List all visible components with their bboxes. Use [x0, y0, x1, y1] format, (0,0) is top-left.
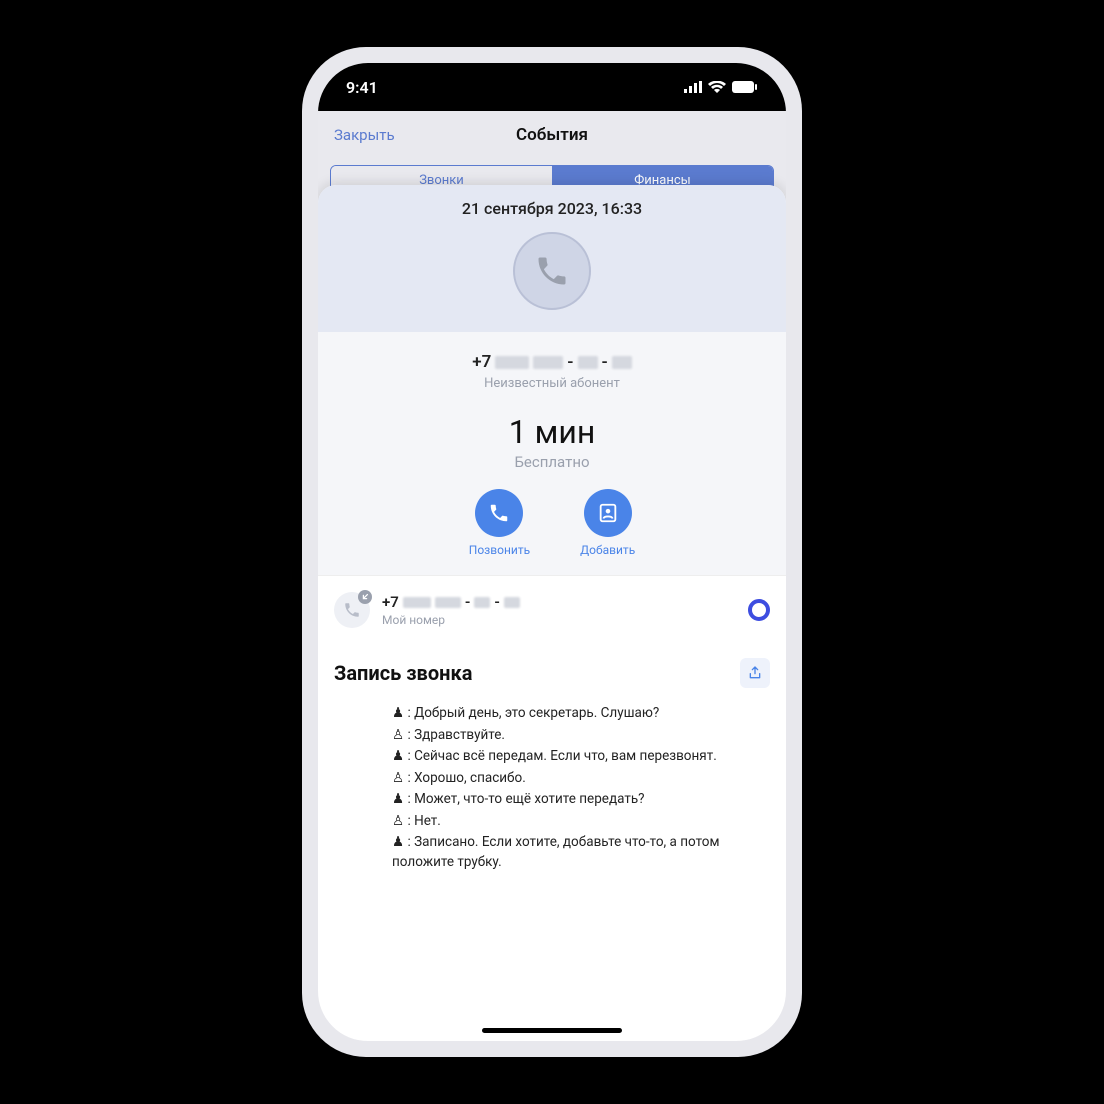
call-datetime: 21 сентября 2023, 16:33: [330, 199, 774, 218]
masked-segment: [612, 356, 632, 369]
add-label: Добавить: [580, 543, 635, 557]
my-number: +7 - -: [382, 593, 736, 611]
nav-header: Закрыть События: [318, 111, 786, 159]
transcript-line: ♟ : Добрый день, это секретарь. Слушаю?: [392, 704, 770, 724]
masked-segment: [533, 356, 563, 369]
action-row: Позвонить Добавить: [330, 489, 774, 557]
call-detail-sheet: 21 сентября 2023, 16:33 +7 - - Неизвестн…: [318, 185, 786, 1041]
share-button[interactable]: [740, 658, 770, 688]
add-contact-button[interactable]: Добавить: [580, 489, 635, 557]
transcript-line: ♙ : Хорошо, спасибо.: [392, 769, 770, 789]
call-duration: 1 мин: [330, 413, 774, 451]
phone-icon: [534, 253, 570, 289]
operator-badge-icon: [748, 599, 770, 621]
caller-prefix: +7: [472, 352, 491, 372]
phone-screen: 9:41 Закрыть События Звонки: [318, 63, 786, 1041]
battery-icon: [732, 78, 758, 97]
notch: [462, 63, 642, 95]
masked-segment: [474, 597, 490, 608]
phone-avatar: [513, 232, 591, 310]
my-number-sub: Мой номер: [382, 613, 736, 627]
transcript-line: ♙ : Нет.: [392, 812, 770, 832]
wifi-icon: [708, 78, 726, 97]
incoming-arrow-icon: [358, 590, 372, 604]
my-number-info: +7 - - Мой номер: [382, 593, 736, 627]
transcript-line: ♟ : Сейчас всё передам. Если что, вам пе…: [392, 747, 770, 767]
status-icons: [684, 78, 758, 97]
masked-segment: [578, 356, 598, 369]
transcript-line: ♟ : Записано. Если хотите, добавьте что-…: [392, 833, 770, 872]
caller-number: +7 - -: [330, 352, 774, 372]
masked-segment: [435, 597, 461, 608]
transcript-line: ♟ : Может, что-то ещё хотите передать?: [392, 790, 770, 810]
call-label: Позвонить: [469, 543, 530, 557]
transcript-line: ♙ : Здравствуйте.: [392, 726, 770, 746]
caller-sub: Неизвестный абонент: [330, 376, 774, 391]
signal-icon: [684, 78, 702, 97]
call-info: +7 - - Неизвестный абонент 1 мин Бесплат…: [318, 332, 786, 575]
call-cost: Бесплатно: [330, 453, 774, 471]
masked-segment: [495, 356, 529, 369]
my-number-row[interactable]: +7 - - Мой номер: [318, 575, 786, 640]
screen-content: Закрыть События Звонки Финансы 21 сентяб…: [318, 111, 786, 1041]
transcript-title: Запись звонка: [334, 661, 472, 685]
sheet-header: 21 сентября 2023, 16:33: [318, 185, 786, 332]
status-time: 9:41: [346, 78, 378, 97]
call-button[interactable]: Позвонить: [469, 489, 530, 557]
home-indicator[interactable]: [482, 1028, 622, 1033]
my-prefix: +7: [382, 593, 399, 611]
masked-segment: [504, 597, 520, 608]
close-button[interactable]: Закрыть: [334, 126, 395, 144]
phone-icon: [488, 502, 510, 524]
incoming-call-icon: [334, 592, 370, 628]
contact-add-icon: [597, 502, 619, 524]
phone-frame: 9:41 Закрыть События Звонки: [302, 47, 802, 1057]
masked-segment: [403, 597, 431, 608]
transcript-body: ♟ : Добрый день, это секретарь. Слушаю?♙…: [334, 704, 770, 873]
share-icon: [747, 665, 763, 681]
transcript-section: Запись звонка ♟ : Добрый день, это секре…: [318, 640, 786, 915]
